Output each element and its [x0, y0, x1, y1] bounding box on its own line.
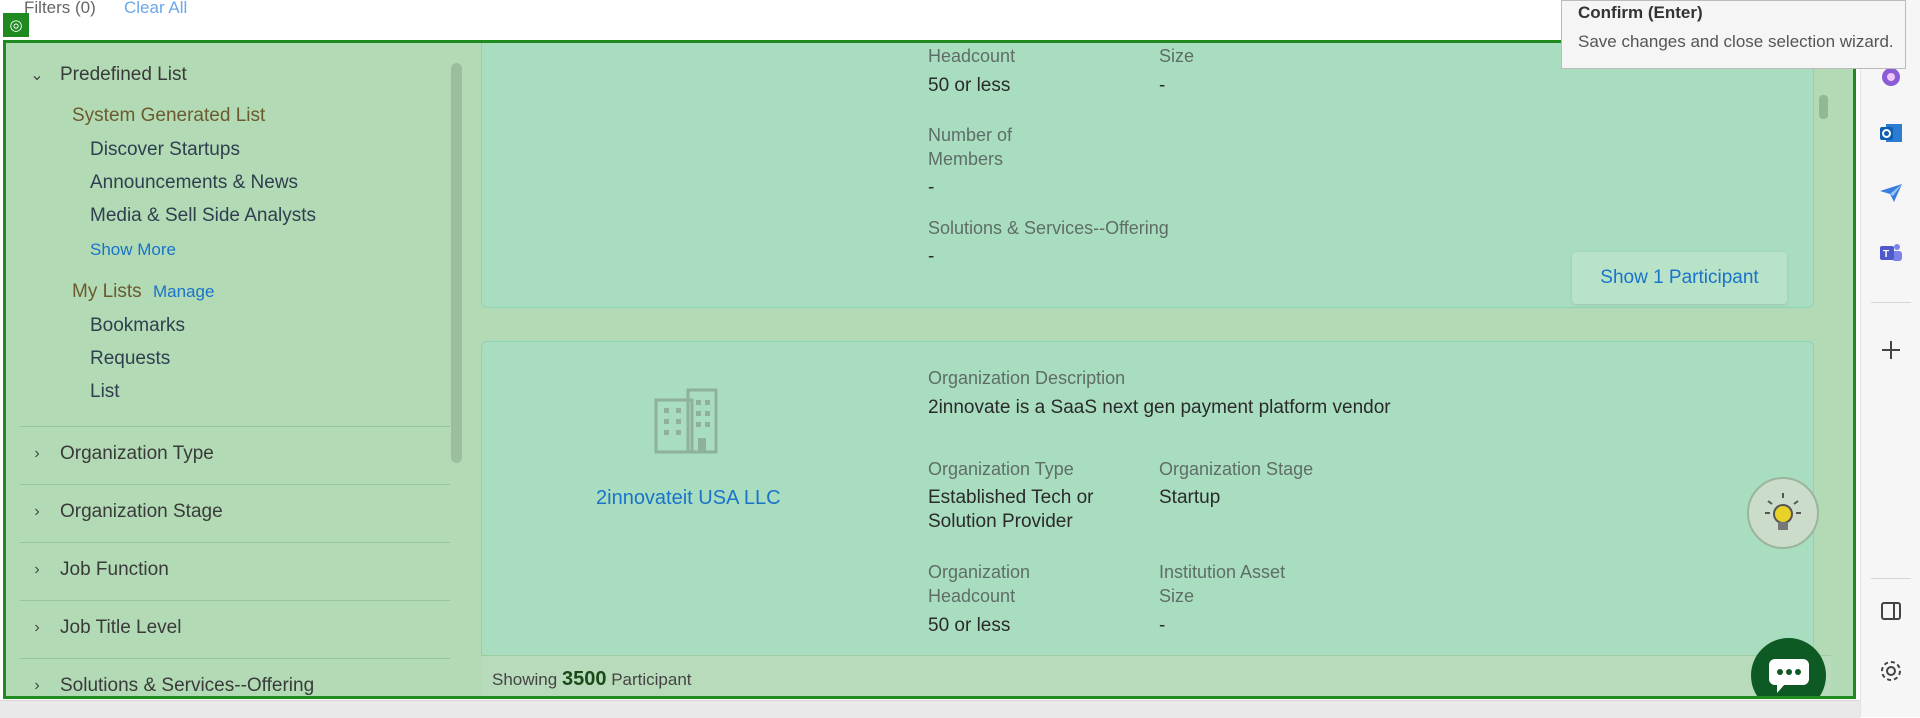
section-label: Organization Stage: [60, 501, 223, 522]
my-lists-label: My Lists: [72, 281, 142, 302]
showing-label: Showing: [492, 670, 558, 689]
rail-divider: [1871, 302, 1911, 303]
organization-name-link[interactable]: 2innovateit USA LLC: [596, 487, 781, 510]
chevron-right-icon: ›: [34, 445, 40, 462]
org-stage-label: Organization Stage: [1159, 459, 1314, 479]
manage-link[interactable]: Manage: [153, 282, 214, 301]
right-rail: T: [1860, 0, 1920, 717]
svg-text:T: T: [1883, 249, 1889, 260]
participant-card: 2innovateit USA LLC Organization Descrip…: [481, 341, 1814, 671]
members-label: Number of Members: [928, 125, 1013, 169]
list-item-announcements[interactable]: Announcements & News: [90, 172, 298, 194]
divider: [20, 542, 450, 543]
chevron-right-icon: ›: [34, 503, 40, 520]
lightbulb-icon[interactable]: [1747, 477, 1819, 549]
clear-all-link[interactable]: Clear All: [124, 0, 187, 18]
section-label: Job Title Level: [60, 617, 182, 638]
tooltip-description: Save changes and close selection wizard.: [1578, 32, 1894, 51]
section-solutions-services[interactable]: › Solutions & Services--Offering: [28, 675, 315, 696]
rail-divider: [1871, 578, 1911, 579]
org-type-label: Organization Type: [928, 459, 1074, 479]
selection-overlay: ⌄ Predefined List System Generated List …: [3, 40, 1856, 699]
confirm-tooltip: Confirm (Enter) Save changes and close s…: [1561, 0, 1906, 69]
gear-icon[interactable]: [1876, 656, 1906, 686]
headcount-label: Headcount: [928, 46, 1016, 66]
sidebar-scrollbar[interactable]: [451, 63, 462, 463]
org-headcount-value: 50 or less: [928, 615, 1011, 636]
building-icon: [654, 388, 720, 454]
org-headcount-label: Organization Headcount: [928, 562, 1031, 606]
org-stage-value: Startup: [1159, 487, 1221, 508]
results-footer: Showing 3500 Participant: [481, 655, 1831, 696]
section-job-title-level[interactable]: › Job Title Level: [28, 617, 181, 639]
divider: [20, 484, 450, 485]
section-label: Organization Type: [60, 443, 214, 464]
asset-size-label: Institution Asset Size: [1159, 562, 1286, 606]
divider: [20, 600, 450, 601]
chevron-right-icon: ›: [34, 561, 40, 578]
headcount-value: 50 or less: [928, 75, 1011, 96]
show-participant-button[interactable]: Show 1 Participant: [1572, 252, 1787, 304]
list-item-requests[interactable]: Requests: [90, 348, 170, 370]
divider: [20, 658, 450, 659]
description-label: Organization Description: [928, 368, 1126, 388]
taskbar-strip: [0, 700, 1860, 718]
filter-sidebar: ⌄ Predefined List System Generated List …: [6, 43, 466, 696]
list-item-media-analysts[interactable]: Media & Sell Side Analysts: [90, 205, 316, 227]
section-job-function[interactable]: › Job Function: [28, 559, 169, 581]
members-value: -: [928, 177, 935, 198]
results-count: Showing 3500 Participant: [492, 668, 692, 691]
section-organization-type[interactable]: › Organization Type: [28, 443, 214, 465]
list-item-bookmarks[interactable]: Bookmarks: [90, 315, 185, 337]
divider: [20, 426, 450, 427]
chevron-down-icon: ⌄: [30, 67, 44, 84]
list-item-list[interactable]: List: [90, 381, 120, 403]
send-icon[interactable]: [1876, 178, 1906, 208]
section-organization-stage[interactable]: › Organization Stage: [28, 501, 223, 523]
participant-card: Headcount Size 50 or less - Number of Me…: [481, 43, 1814, 308]
sidebar-toggle-icon[interactable]: [1876, 596, 1906, 626]
main-scrollbar[interactable]: [1819, 95, 1828, 119]
list-item-discover-startups[interactable]: Discover Startups: [90, 139, 240, 161]
predefined-list-label: Predefined List: [60, 64, 187, 85]
predefined-list-toggle[interactable]: ⌄ Predefined List: [28, 64, 187, 86]
org-type-value: Established Tech or Solution Provider: [928, 487, 1094, 532]
system-generated-heading: System Generated List: [72, 105, 266, 126]
size-label: Size: [1159, 46, 1195, 66]
unit-label: Participant: [611, 670, 692, 689]
count-value: 3500: [561, 668, 607, 690]
add-icon[interactable]: [1876, 335, 1906, 365]
section-label: Solutions & Services--Offering: [60, 675, 315, 696]
solutions-label: Solutions & Services--Offering: [928, 218, 1169, 238]
teams-icon[interactable]: T: [1876, 238, 1906, 268]
solutions-value: -: [928, 246, 935, 267]
chat-icon[interactable]: [1751, 638, 1826, 696]
filters-label: Filters (0): [24, 0, 96, 17]
size-value: -: [1159, 75, 1166, 96]
tooltip-title: Confirm (Enter): [1578, 3, 1703, 22]
section-label: Job Function: [60, 559, 169, 580]
outlook-icon[interactable]: [1876, 118, 1906, 148]
description-value: 2innovate is a SaaS next gen payment pla…: [928, 397, 1391, 418]
chevron-right-icon: ›: [34, 619, 40, 636]
my-lists-heading: My Lists Manage: [72, 281, 214, 303]
target-icon[interactable]: ◎: [3, 13, 29, 37]
asset-size-value: -: [1159, 615, 1166, 636]
chevron-right-icon: ›: [34, 677, 40, 694]
show-more-link[interactable]: Show More: [90, 240, 176, 260]
